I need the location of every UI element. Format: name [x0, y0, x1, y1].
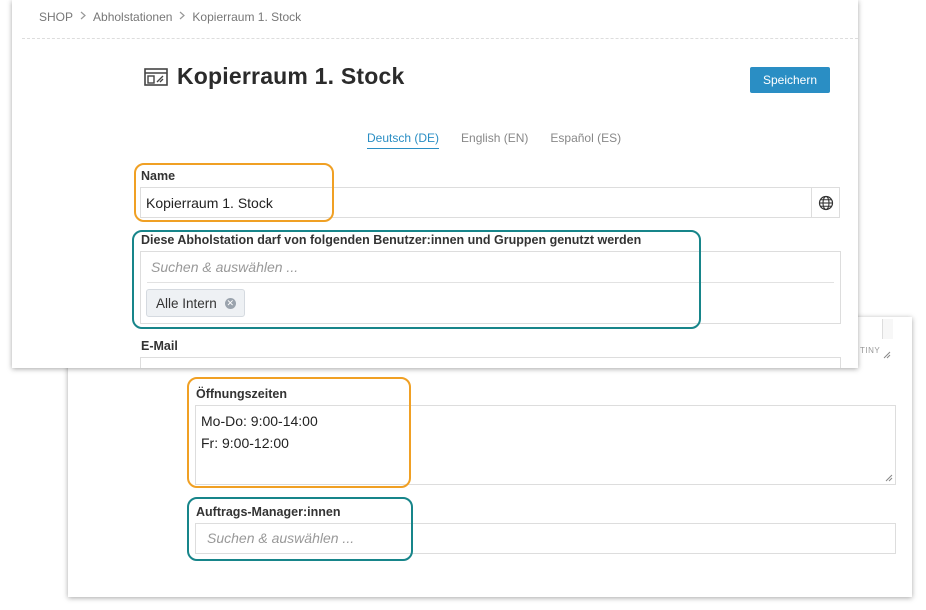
title-row: Kopierraum 1. Stock — [144, 63, 404, 90]
highlight-order-managers — [187, 497, 413, 561]
editor-scroll-handle[interactable] — [882, 319, 893, 339]
highlight-opening-hours — [187, 377, 411, 488]
tab-espanol[interactable]: Español (ES) — [550, 131, 621, 149]
highlight-name — [134, 163, 334, 222]
editor-resize-handle-icon[interactable] — [883, 346, 891, 359]
editor-branding: TINY — [860, 346, 881, 355]
breadcrumb-shop[interactable]: SHOP — [39, 10, 73, 24]
textarea-resize-icon[interactable] — [885, 474, 893, 482]
translate-button[interactable] — [811, 187, 840, 218]
page-title: Kopierraum 1. Stock — [177, 63, 405, 89]
highlight-users-groups — [132, 230, 701, 329]
language-tabs: Deutsch (DE) English (EN) Español (ES) — [367, 131, 643, 149]
form-panel-upper: SHOP Abholstationen Kopierraum 1. Stock … — [12, 0, 858, 368]
tab-deutsch[interactable]: Deutsch (DE) — [367, 131, 440, 149]
globe-icon — [818, 195, 833, 210]
breadcrumb-pickup-stations[interactable]: Abholstationen — [93, 10, 172, 24]
save-button[interactable]: Speichern — [750, 67, 830, 93]
breadcrumb: SHOP Abholstationen Kopierraum 1. Stock — [39, 10, 301, 24]
breadcrumb-divider — [22, 38, 858, 39]
breadcrumb-current: Kopierraum 1. Stock — [192, 10, 302, 24]
email-label: E-Mail — [141, 339, 178, 353]
email-input[interactable] — [140, 357, 841, 368]
pickup-station-icon — [144, 67, 168, 86]
tab-english[interactable]: English (EN) — [461, 131, 528, 149]
chevron-right-icon — [179, 11, 186, 23]
chevron-right-icon — [80, 11, 86, 23]
